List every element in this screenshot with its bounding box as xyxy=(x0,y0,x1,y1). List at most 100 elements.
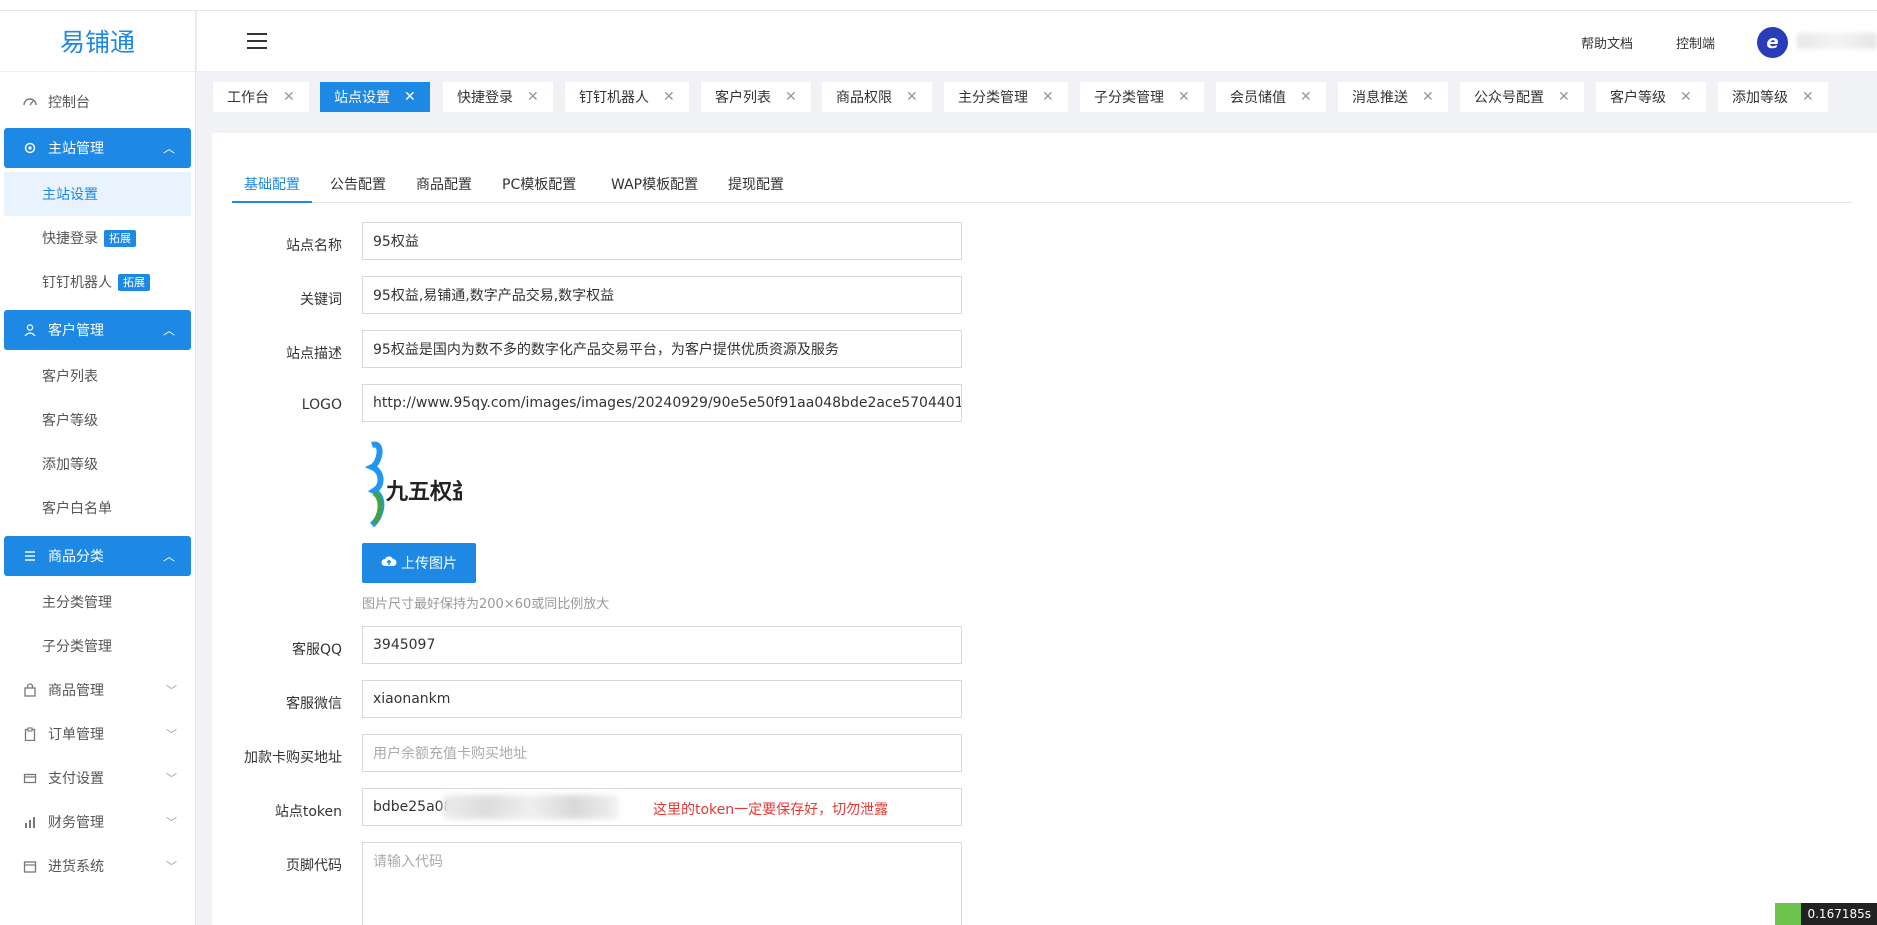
close-icon[interactable]: ✕ xyxy=(1802,89,1814,105)
extension-badge: 拓展 xyxy=(104,229,136,247)
token-value: bdbe25a08 xyxy=(373,799,453,815)
tab-label: 客户等级 xyxy=(1610,90,1666,106)
tab-main-category[interactable]: 主分类管理 ✕ xyxy=(944,82,1068,112)
site-token-field[interactable]: bdbe25a08 这里的token一定要保存好，切勿泄露 xyxy=(362,788,962,826)
wallet-icon xyxy=(22,770,38,786)
close-icon[interactable]: ✕ xyxy=(527,89,539,105)
sidebar-item-finance[interactable]: 财务管理 ﹀ xyxy=(0,800,195,844)
tab-customer-level[interactable]: 客户等级 ✕ xyxy=(1596,82,1706,112)
footer-code-textarea[interactable]: 请输入代码 xyxy=(362,842,962,925)
tab-product-permission[interactable]: 商品权限 ✕ xyxy=(822,82,932,112)
sidebar-item-customer-level[interactable]: 客户等级 xyxy=(0,398,195,442)
service-wechat-field[interactable]: xiaonankm xyxy=(362,680,962,718)
sidebar-item-label: 财务管理 xyxy=(48,815,104,831)
tab-label: 公众号配置 xyxy=(1474,90,1544,106)
sidebar-item-payment[interactable]: 支付设置 ﹀ xyxy=(0,756,195,800)
field-label: LOGO xyxy=(301,397,342,413)
sidebar-item-label: 客户白名单 xyxy=(42,501,112,517)
tab-label: 站点设置 xyxy=(334,90,390,106)
sidebar-item-label: 主分类管理 xyxy=(42,595,112,611)
tab-add-level[interactable]: 添加等级 ✕ xyxy=(1718,82,1828,112)
gear-icon xyxy=(22,141,38,155)
chevron-up-icon: ︿ xyxy=(162,141,175,156)
subtab-product[interactable]: 商品配置 xyxy=(404,168,484,203)
user-icon xyxy=(22,323,38,337)
app-logo[interactable]: 易铺通 xyxy=(0,11,195,72)
tab-site-settings[interactable]: 站点设置 ✕ xyxy=(320,82,430,112)
sidebar-group-customers[interactable]: 客户管理 ︿ xyxy=(4,310,191,350)
sidebar: 易铺通 控制台 主站管理 ︿ 主站设置 快捷登录 拓展 钉钉机器人 拓展 客户管理 … xyxy=(0,11,196,925)
bag-icon xyxy=(22,682,38,698)
sidebar-item-whitelist[interactable]: 客户白名单 xyxy=(0,486,195,530)
bar-chart-icon xyxy=(22,814,38,830)
chevron-up-icon: ︿ xyxy=(162,549,175,564)
dashboard-icon xyxy=(22,94,38,110)
settings-subtabs: 基础配置 公告配置 商品配置 PC模板配置 WAP模板配置 提现配置 xyxy=(232,168,1852,203)
sidebar-item-label: 客户列表 xyxy=(42,369,98,385)
sidebar-item-label: 子分类管理 xyxy=(42,639,112,655)
sidebar-item-dingtalk-bot[interactable]: 钉钉机器人 拓展 xyxy=(0,260,195,304)
tab-dingtalk-bot[interactable]: 钉钉机器人 ✕ xyxy=(565,82,689,112)
tab-member-deposit[interactable]: 会员储值 ✕ xyxy=(1216,82,1326,112)
sidebar-item-orders[interactable]: 订单管理 ﹀ xyxy=(0,712,195,756)
close-icon[interactable]: ✕ xyxy=(1178,89,1190,105)
close-icon[interactable]: ✕ xyxy=(404,89,416,105)
tab-workbench[interactable]: 工作台 ✕ xyxy=(213,82,309,112)
close-icon[interactable]: ✕ xyxy=(1042,89,1054,105)
tab-label: 添加等级 xyxy=(1732,90,1788,106)
sidebar-item-purchase[interactable]: 进货系统 ﹀ xyxy=(0,844,195,888)
keywords-field[interactable]: 95权益,易铺通,数字产品交易,数字权益 xyxy=(362,276,962,314)
tab-quick-login[interactable]: 快捷登录 ✕ xyxy=(443,82,553,112)
tab-label: 工作台 xyxy=(227,90,269,106)
service-qq-field[interactable]: 3945097 xyxy=(362,626,962,664)
card-purchase-url-field[interactable]: 用户余额充值卡购买地址 xyxy=(362,734,962,772)
sidebar-item-add-level[interactable]: 添加等级 xyxy=(0,442,195,486)
sidebar-item-dashboard[interactable]: 控制台 xyxy=(0,80,195,124)
close-icon[interactable]: ✕ xyxy=(785,89,797,105)
subtab-notice[interactable]: 公告配置 xyxy=(318,168,398,203)
chevron-down-icon: ﹀ xyxy=(166,684,177,697)
close-icon[interactable]: ✕ xyxy=(906,89,918,105)
sidebar-item-customer-list[interactable]: 客户列表 xyxy=(0,354,195,398)
sidebar-item-quick-login[interactable]: 快捷登录 拓展 xyxy=(0,216,195,260)
subtab-wap-template[interactable]: WAP模板配置 xyxy=(599,168,710,203)
avatar[interactable]: e xyxy=(1757,27,1788,58)
list-icon xyxy=(22,549,38,563)
sidebar-group-categories[interactable]: 商品分类 ︿ xyxy=(4,536,191,576)
sidebar-item-products[interactable]: 商品管理 ﹀ xyxy=(0,668,195,712)
tab-label: 主分类管理 xyxy=(958,90,1028,106)
close-icon[interactable]: ✕ xyxy=(663,89,675,105)
close-icon[interactable]: ✕ xyxy=(1300,89,1312,105)
close-icon[interactable]: ✕ xyxy=(1680,89,1692,105)
close-icon[interactable]: ✕ xyxy=(1558,89,1570,105)
tab-sub-category[interactable]: 子分类管理 ✕ xyxy=(1080,82,1204,112)
sidebar-item-label: 控制台 xyxy=(48,95,90,111)
sidebar-group-site[interactable]: 主站管理 ︿ xyxy=(4,128,191,168)
page-tabs-bar: 工作台 ✕ 站点设置 ✕ 快捷登录 ✕ 钉钉机器人 ✕ 客户列表 ✕ 商品权限 ✕ 主分类管… xyxy=(197,72,1877,132)
site-name-field[interactable]: 95权益 xyxy=(362,222,962,260)
username-redacted[interactable] xyxy=(1797,33,1877,49)
chevron-down-icon: ﹀ xyxy=(166,860,177,873)
close-icon[interactable]: ✕ xyxy=(1422,89,1434,105)
hamburger-menu-icon[interactable] xyxy=(247,33,267,49)
subtab-withdraw[interactable]: 提现配置 xyxy=(716,168,796,203)
sidebar-item-label: 钉钉机器人 xyxy=(42,275,112,291)
logo-url-field[interactable]: http://www.95qy.com/images/images/202409… xyxy=(362,384,962,422)
sidebar-item-label: 订单管理 xyxy=(48,727,104,743)
subtab-pc-template[interactable]: PC模板配置 xyxy=(490,168,588,203)
sidebar-item-site-settings[interactable]: 主站设置 xyxy=(4,172,191,216)
tab-label: 子分类管理 xyxy=(1094,90,1164,106)
tab-official-account[interactable]: 公众号配置 ✕ xyxy=(1460,82,1584,112)
tab-label: 会员储值 xyxy=(1230,90,1286,106)
console-link[interactable]: 控制端 xyxy=(1676,33,1715,52)
close-icon[interactable]: ✕ xyxy=(283,89,295,105)
top-header: 帮助文档 控制端 e xyxy=(197,11,1877,72)
upload-image-button[interactable]: 上传图片 xyxy=(362,543,476,583)
subtab-basic[interactable]: 基础配置 xyxy=(232,168,312,203)
help-docs-link[interactable]: 帮助文档 xyxy=(1581,33,1633,52)
sidebar-item-main-category[interactable]: 主分类管理 xyxy=(0,580,195,624)
sidebar-item-sub-category[interactable]: 子分类管理 xyxy=(0,624,195,668)
tab-message-push[interactable]: 消息推送 ✕ xyxy=(1338,82,1448,112)
tab-customer-list[interactable]: 客户列表 ✕ xyxy=(701,82,811,112)
description-field[interactable]: 95权益是国内为数不多的数字化产品交易平台，为客户提供优质资源及服务 xyxy=(362,330,962,368)
